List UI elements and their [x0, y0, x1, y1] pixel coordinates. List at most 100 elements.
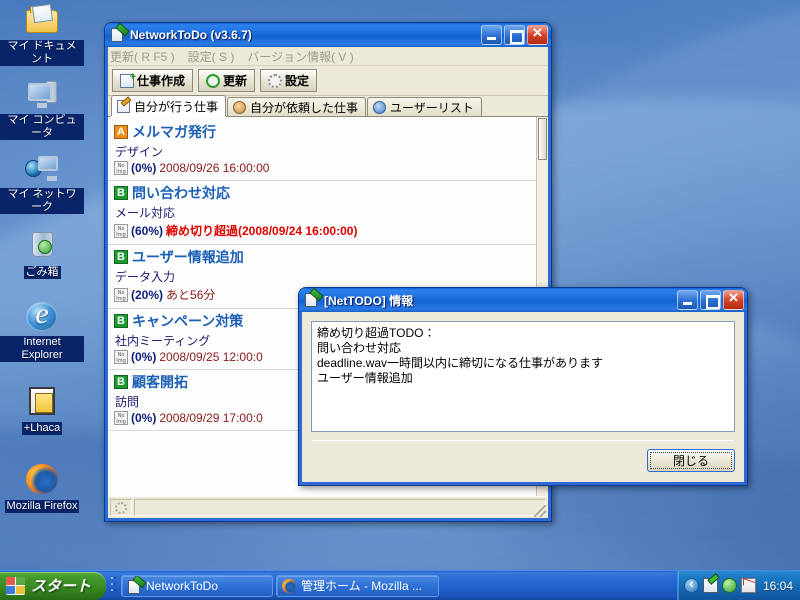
resize-grip[interactable] [534, 505, 546, 517]
task-row[interactable]: A メルマガ発行 デザイン No Img (0%) 2008/09/26 16:0… [108, 120, 536, 181]
task-name: 問い合わせ対応 [132, 185, 230, 201]
menu-item-settings[interactable]: 設定( S ) [188, 48, 235, 65]
tab-requested-tasks[interactable]: 自分が依頼した仕事 [227, 97, 367, 116]
my-documents-icon [24, 3, 60, 38]
windows-flag-icon [6, 576, 25, 595]
menu-item-version-info[interactable]: バージョン情報( V ) [247, 48, 353, 65]
task-due: 2008/09/29 17:00:0 [159, 411, 263, 425]
start-button[interactable]: スタート [0, 571, 106, 600]
taskbar-item-firefox[interactable]: 管理ホーム - Mozilla ... [276, 574, 439, 597]
notepad-check-icon [127, 579, 141, 594]
priority-badge: B [114, 375, 128, 389]
toolbar: 仕事作成 更新 設定 [108, 66, 548, 96]
firefox-icon [282, 578, 296, 593]
desktop-icon-label: Mozilla Firefox [4, 500, 80, 513]
task-name: ユーザー情報追加 [132, 249, 244, 265]
status-text-cell [134, 499, 546, 516]
clock[interactable]: 16:04 [763, 579, 793, 593]
desktop-icon-internet-explorer[interactable]: Internet Explorer [0, 297, 84, 362]
new-task-icon [120, 71, 136, 88]
desktop-icon-label: マイ ドキュメント [0, 40, 84, 66]
desktop-icon-my-documents[interactable]: マイ ドキュメント [0, 3, 84, 66]
user-add-icon [233, 100, 247, 114]
desktop-icon-my-network[interactable]: マイ ネットワーク [0, 152, 84, 214]
close-button[interactable] [723, 288, 744, 310]
tab-label: ユーザーリスト [390, 100, 474, 115]
desktop[interactable]: マイ ドキュメント マイ コンピュータ マイ ネットワーク ごみ箱 Intern… [0, 0, 800, 600]
desktop-icon-firefox[interactable]: Mozilla Firefox [0, 462, 84, 513]
task-progress: (60%) [131, 223, 164, 238]
create-task-button[interactable]: 仕事作成 [112, 69, 194, 92]
menu-bar[interactable]: 更新( R F5 ) 設定( S ) バージョン情報( V ) [108, 47, 548, 66]
desktop-icon-recycle-bin[interactable]: ごみ箱 [0, 228, 84, 279]
no-image-icon: No Img [114, 411, 128, 425]
priority-badge: A [114, 125, 128, 139]
tab-my-tasks[interactable]: 自分が行う仕事 [111, 95, 227, 116]
no-image-icon: No Img [114, 350, 128, 364]
taskbar-separator [110, 574, 117, 597]
mail-tray-icon[interactable] [740, 578, 756, 593]
my-computer-icon [24, 78, 60, 112]
user-list-icon [373, 100, 387, 114]
scrollbar-thumb[interactable] [538, 118, 547, 160]
task-progress: (0%) [131, 161, 157, 175]
taskbar-item-networktodo[interactable]: NetworkToDo [121, 574, 273, 597]
close-button[interactable] [527, 23, 548, 45]
refresh-button[interactable]: 更新 [198, 69, 256, 92]
taskbar-item-label: 管理ホーム - Mozilla ... [301, 579, 422, 593]
no-image-icon: No Img [114, 161, 128, 175]
dialog-title-bar[interactable]: [NetTODO] 情報 [299, 288, 747, 312]
task-progress: (0%) [131, 350, 157, 364]
tab-label: 自分が依頼した仕事 [250, 100, 359, 115]
nettodo-tray-icon[interactable] [702, 578, 718, 593]
tab-user-list[interactable]: ユーザーリスト [367, 97, 482, 116]
tab-strip: 自分が行う仕事 自分が依頼した仕事 ユーザーリスト [108, 95, 548, 117]
refresh-label: 更新 [223, 74, 248, 88]
show-hidden-icons-arrow[interactable] [683, 575, 699, 593]
settings-label: 設定 [285, 74, 310, 88]
no-image-icon: No Img [114, 287, 128, 302]
task-due: あと56分 [166, 288, 216, 302]
minimize-button[interactable] [481, 25, 502, 45]
start-button-label: スタート [31, 578, 92, 595]
maximize-button[interactable] [700, 290, 721, 310]
task-name: 顧客開拓 [132, 374, 188, 390]
window-title-bar[interactable]: NetworkToDo (v3.6.7) [105, 23, 551, 47]
priority-badge: B [114, 250, 128, 264]
task-name: キャンペーン対策 [132, 313, 244, 329]
close-dialog-button[interactable]: 閉じる [647, 448, 735, 472]
task-due: 締め切り超過(2008/09/24 16:00:00) [166, 224, 358, 238]
task-row[interactable]: B 問い合わせ対応 メール対応 No Img (60%) 締め切り超過(2008/… [108, 181, 536, 245]
menu-item-refresh[interactable]: 更新( R F5 ) [110, 48, 175, 65]
desktop-icon-label: ごみ箱 [23, 266, 61, 279]
tab-label: 自分が行う仕事 [134, 99, 219, 114]
desktop-icon-label: マイ コンピュータ [0, 114, 84, 140]
taskbar[interactable]: スタート NetworkToDo 管理ホーム - Mozilla ... 16:… [0, 570, 800, 600]
desktop-icon-my-computer[interactable]: マイ コンピュータ [0, 78, 84, 140]
dialog-title: [NetTODO] 情報 [324, 293, 414, 308]
lhaca-icon [24, 384, 60, 418]
message-textarea[interactable]: 締め切り超過TODO： 問い合わせ対応 deadline.wav一時間以内に締切… [311, 321, 735, 432]
nettodo-info-dialog[interactable]: [NetTODO] 情報 締め切り超過TODO： 問い合わせ対応 deadlin… [298, 287, 748, 486]
notepad-check-icon [110, 27, 126, 43]
internet-explorer-icon [24, 297, 60, 334]
settings-gear-icon [268, 73, 283, 88]
create-task-label: 仕事作成 [137, 74, 186, 88]
maximize-button[interactable] [504, 25, 525, 45]
priority-badge: B [114, 186, 128, 200]
dialog-body: 締め切り超過TODO： 問い合わせ対応 deadline.wav一時間以内に締切… [299, 312, 747, 485]
green-circle-tray-icon[interactable] [721, 578, 737, 593]
desktop-icon-lhaca[interactable]: +Lhaca [0, 384, 84, 435]
task-progress: (20%) [131, 287, 164, 302]
task-due: 2008/09/26 16:00:00 [159, 161, 270, 175]
close-dialog-label: 閉じる [672, 453, 709, 468]
settings-button[interactable]: 設定 [260, 69, 318, 92]
minimize-button[interactable] [677, 290, 698, 310]
window-title: NetworkToDo (v3.6.7) [130, 28, 252, 42]
task-description: メール対応 [115, 206, 176, 220]
task-name: メルマガ発行 [132, 124, 216, 140]
window-controls [481, 23, 548, 45]
task-due: 2008/09/25 12:00:0 [159, 350, 263, 364]
pencil-note-icon [117, 99, 130, 113]
desktop-icon-label: マイ ネットワーク [0, 188, 84, 214]
